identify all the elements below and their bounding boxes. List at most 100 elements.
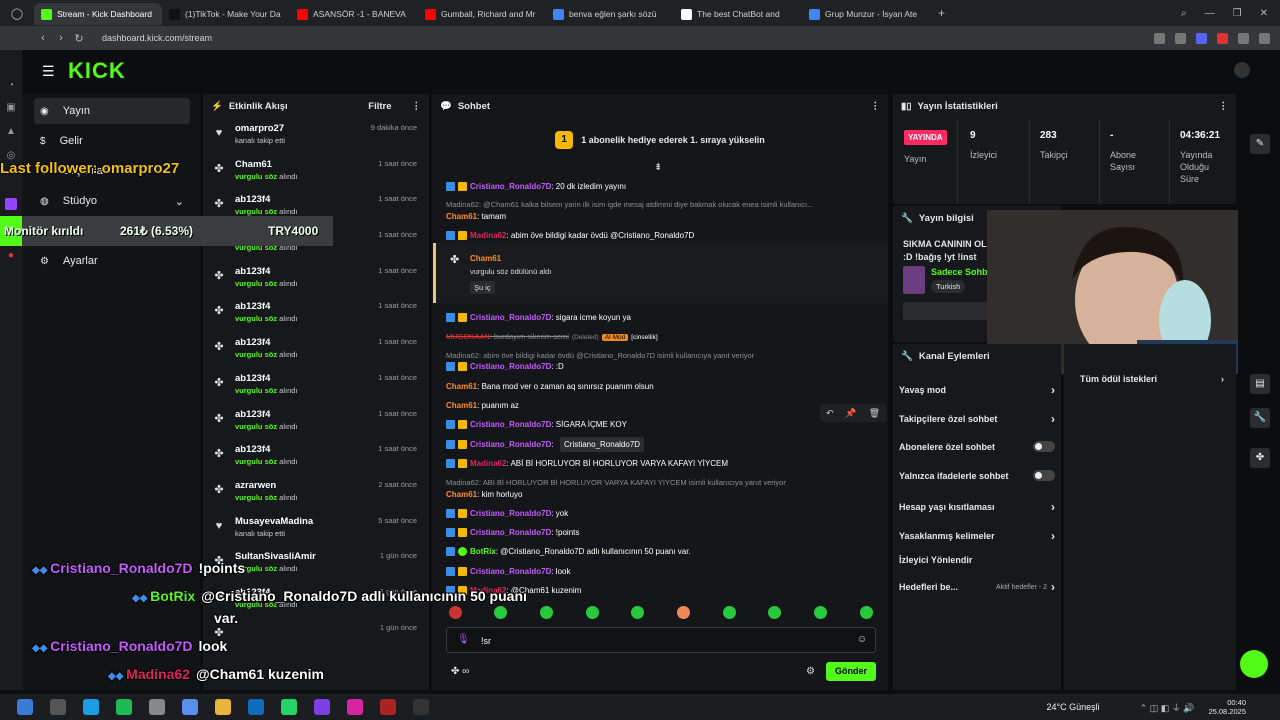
pinned-toggle-icon[interactable]: ⇟ bbox=[654, 162, 662, 173]
chat-username[interactable]: Cristiano_Ronaldo7D bbox=[470, 509, 551, 518]
minimize-icon[interactable]: — bbox=[1205, 8, 1215, 19]
chat-username[interactable]: Cristiano_Ronaldo7D bbox=[470, 440, 551, 449]
chat-username[interactable]: Cristiano_Ronaldo7D bbox=[470, 528, 551, 537]
gift-banner[interactable]: 1 1 abonelik hediye ederek 1. sıraya yük… bbox=[432, 120, 888, 160]
channel-action-item[interactable]: Yavaş mod › bbox=[899, 383, 1055, 397]
channel-action-item[interactable]: Yasaklanmış kelimeler › bbox=[899, 529, 1055, 543]
twitch-icon[interactable] bbox=[5, 198, 17, 210]
reply-icon[interactable]: ↶ bbox=[826, 408, 834, 419]
youtube-icon[interactable]: ● bbox=[5, 250, 17, 262]
chat-message[interactable]: Cristiano_Ronaldo7D: yok bbox=[446, 509, 568, 519]
avatar[interactable] bbox=[1234, 62, 1250, 78]
channel-action-item[interactable]: Hesap yaşı kısıtlaması › bbox=[899, 500, 1055, 514]
new-tab-icon[interactable]: + bbox=[938, 6, 945, 20]
emote-icon[interactable] bbox=[586, 606, 599, 619]
explorer-icon[interactable] bbox=[215, 699, 231, 715]
chat-username[interactable]: Cristiano_Ronaldo7D bbox=[470, 362, 551, 371]
chat-username[interactable]: MUGOKAAN bbox=[446, 332, 490, 341]
emote-icon[interactable] bbox=[860, 606, 873, 619]
chat-username[interactable]: Cristiano_Ronaldo7D bbox=[470, 182, 551, 191]
emote-icon[interactable] bbox=[449, 606, 462, 619]
chat-username[interactable]: Cham61 bbox=[446, 401, 477, 410]
chat-message[interactable]: Cristiano_Ronaldo7D: 20 dk izledim yayın… bbox=[446, 182, 626, 192]
browser-menu-icon[interactable]: ◯ bbox=[0, 7, 34, 20]
delete-icon[interactable]: 🗑 bbox=[869, 408, 880, 419]
activity-item[interactable]: ✤ab123f4vurgulu söz alındı1 saat önce bbox=[203, 261, 429, 297]
extension-icon[interactable] bbox=[1217, 32, 1228, 44]
sidebar-tool-icon[interactable]: ▲ bbox=[5, 126, 17, 138]
chat-username[interactable]: Cristiano_Ronaldo7D bbox=[470, 420, 551, 429]
chat-message[interactable]: Cristiano_Ronaldo7D: look bbox=[446, 567, 570, 577]
emote-icon[interactable] bbox=[677, 606, 690, 619]
chat-more-icon[interactable]: ⋮ bbox=[871, 101, 881, 112]
chat-message[interactable]: Cham61: puanım az bbox=[446, 401, 519, 410]
browser-tab[interactable]: Grup Munzur - İsyan Ate bbox=[802, 3, 930, 25]
pin-icon[interactable]: 📌 bbox=[845, 408, 856, 419]
more-icon[interactable]: ⋮ bbox=[412, 101, 422, 112]
clock[interactable]: 00:40 25.08.2025 bbox=[1208, 698, 1246, 716]
chat-username[interactable]: Madina62 bbox=[470, 231, 506, 240]
channel-action-item[interactable]: İzleyici Yönlendir bbox=[899, 555, 1055, 565]
emote-icon[interactable] bbox=[723, 606, 736, 619]
category-thumbnail[interactable] bbox=[903, 266, 925, 294]
emote-icon[interactable] bbox=[631, 606, 644, 619]
extension-icon[interactable] bbox=[1196, 32, 1207, 44]
nav-item-1[interactable]: $ Gelir bbox=[34, 128, 190, 154]
mic-icon[interactable]: 🎙 bbox=[457, 634, 470, 645]
tray-icons[interactable]: ⌃ ◫ ◧ ⏚ 🔊 bbox=[1140, 701, 1195, 714]
url-field[interactable]: dashboard.kick.com/stream bbox=[102, 33, 212, 43]
chat-input-box[interactable]: 🎙 !sr ☺ bbox=[446, 627, 876, 653]
activity-item[interactable]: ✤ azrarwen vurgulu söz alındı 2 saat önce bbox=[203, 475, 429, 511]
edge-icon[interactable] bbox=[83, 699, 99, 715]
weather-widget[interactable]: 24°C Güneşli bbox=[1047, 702, 1100, 712]
nav-item-3[interactable]: ◍ Stüdyo ⌄ bbox=[34, 188, 190, 214]
chat-message[interactable]: Cham61: tamam bbox=[446, 212, 506, 221]
extension-icon[interactable] bbox=[1154, 32, 1165, 44]
whatsapp-icon[interactable] bbox=[281, 699, 297, 715]
activity-item[interactable]: ♥ omarpro27 kanalı takip etti 9 dakika önce bbox=[203, 118, 429, 154]
all-rewards-link[interactable]: Tüm ödül istekleri › bbox=[1064, 344, 1236, 384]
obs-icon[interactable] bbox=[380, 699, 396, 715]
chat-username[interactable]: BotRix bbox=[470, 547, 496, 556]
reward-user[interactable]: Cham61 bbox=[470, 254, 501, 263]
browser-tab[interactable]: Gumball, Richard and Mr bbox=[418, 3, 546, 25]
extension-icon[interactable] bbox=[1238, 32, 1249, 44]
nav-item-0[interactable]: ◉ Yayın bbox=[34, 98, 190, 124]
app-icon[interactable] bbox=[149, 699, 165, 715]
emoji-picker-icon[interactable]: ☺ bbox=[857, 634, 867, 645]
instagram-icon[interactable] bbox=[347, 699, 363, 715]
download-icon[interactable] bbox=[1259, 32, 1270, 44]
chat-input[interactable]: !sr bbox=[481, 636, 491, 646]
browser-tab[interactable]: The best ChatBot and bbox=[674, 3, 802, 25]
activity-item[interactable]: ✤ab123f4vurgulu söz alındı1 saat önce bbox=[203, 404, 429, 440]
emote-icon[interactable] bbox=[540, 606, 553, 619]
channel-action-item[interactable]: Takipçilere özel sohbet › bbox=[899, 412, 1055, 426]
chat-message[interactable]: MUGOKAAN: burdayım sikerim semi (Deleted)… bbox=[446, 332, 658, 341]
browser-tab[interactable]: Stream - Kick Dashboard bbox=[34, 3, 162, 25]
channel-action-item[interactable]: Abonelere özel sohbet bbox=[899, 441, 1055, 452]
taskview-icon[interactable] bbox=[50, 699, 66, 715]
chat-username[interactable]: Cham61 bbox=[446, 382, 477, 391]
send-button[interactable]: Gönder bbox=[826, 662, 876, 681]
kick-logo[interactable]: KICK bbox=[68, 58, 126, 84]
activity-item[interactable]: ✤ Cham61 vurgulu söz alındı 1 saat önce bbox=[203, 154, 429, 190]
support-chat-icon[interactable] bbox=[1240, 650, 1268, 678]
chrome-icon[interactable] bbox=[413, 699, 429, 715]
chat-username[interactable]: Cham61 bbox=[446, 212, 477, 221]
emote-icon[interactable] bbox=[814, 606, 827, 619]
nav-item-5[interactable]: ⚙ Ayarlar bbox=[34, 248, 190, 274]
tools-icon[interactable]: 🔧 bbox=[1250, 408, 1270, 428]
chat-message[interactable]: Cristiano_Ronaldo7D: :D bbox=[446, 362, 564, 372]
app-icon[interactable] bbox=[182, 699, 198, 715]
chat-message[interactable]: Cham61: Bana mod ver o zaman aq sınırsız… bbox=[446, 382, 654, 391]
chat-message[interactable]: Madina62: ABİ Bİ HORLUYOR Bİ HORLUYOR VA… bbox=[446, 459, 728, 469]
extension-icon[interactable] bbox=[1175, 32, 1186, 44]
channel-action-item[interactable]: Hedefleri be... Aktif hedefler - 2 › bbox=[899, 580, 1055, 594]
reload-icon[interactable]: ↻ bbox=[70, 32, 88, 45]
chat-message[interactable]: Cristiano_Ronaldo7D: bbox=[446, 440, 554, 450]
hamburger-icon[interactable]: ☰ bbox=[42, 63, 55, 80]
forward-icon[interactable]: › bbox=[52, 32, 70, 44]
activity-item[interactable]: ✤ab123f4vurgulu söz alındı1 saat önce bbox=[203, 296, 429, 332]
points-balance-icon[interactable]: ✤ ∞ bbox=[451, 666, 469, 677]
category-name[interactable]: Sadece Sohb bbox=[931, 267, 988, 277]
